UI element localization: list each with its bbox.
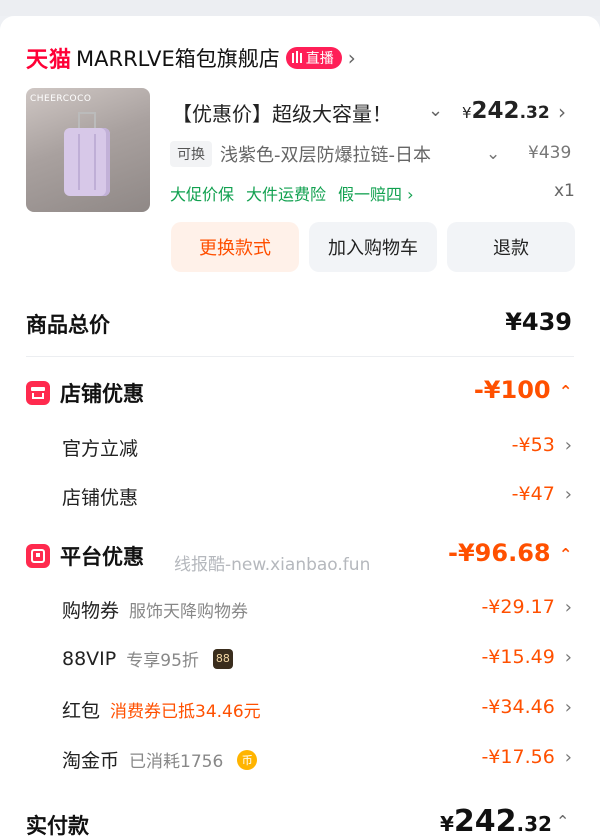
store-discount-value[interactable]: -¥100 ⌄ [474,376,572,404]
discount-value-coins[interactable]: -¥17.56 › [481,746,572,768]
chevron-up-icon: ⌄ [558,380,572,400]
discount-label: 官方立减 [62,438,139,460]
chevron-up-icon: ⌄ [558,543,572,563]
discount-amount: -¥17.56 [481,746,555,768]
service-tag: 大件运费险 [246,185,327,204]
total-label: 商品总价 [26,313,110,337]
price-decimal: .32 [519,103,550,123]
add-to-cart-button[interactable]: 加入购物车 [309,222,437,272]
payment-label: 实付款 [26,814,89,837]
platform-discount-label: 平台优惠 [60,545,144,569]
payment-symbol: ¥ [440,812,454,836]
platform-icon [26,544,50,568]
service-tags[interactable]: 大促价保 大件运费险 假一赔四 › [170,181,414,205]
store-name[interactable]: MARRLVE箱包旗舰店 [76,43,280,73]
discount-amount: -¥47 [511,483,555,505]
chevron-right-icon[interactable]: › [558,100,566,124]
refund-button[interactable]: 退款 [447,222,575,272]
divider [26,356,574,357]
chevron-right-icon: › [564,483,572,505]
live-icon [291,51,302,63]
discount-label: 店铺优惠 [62,487,139,509]
store-icon [26,381,50,405]
discount-row-coupon: 购物券 服饰天降购物券 [62,596,248,623]
discount-amount: -¥29.17 [481,596,555,618]
price-symbol: ¥ [462,104,472,122]
suitcase-illustration [64,112,110,196]
store-header[interactable]: 天猫 MARRLVE箱包旗舰店 直播 › [26,42,356,74]
store-discount-amount: -¥100 [473,376,551,404]
discount-value-88vip[interactable]: -¥15.49 › [481,646,572,668]
store-discount-header[interactable]: 店铺优惠 [26,378,144,408]
discount-row-88vip: 88VIP 专享95折 88 [62,646,233,671]
discount-value-official[interactable]: -¥53 › [512,434,572,456]
service-tag: 大促价保 [170,185,235,204]
88vip-badge-icon: 88 [212,648,233,669]
chevron-down-icon[interactable]: ⌄ [486,144,500,164]
chevron-down-icon[interactable]: ⌄ [428,100,443,121]
watermark: 线报酷-new.xianbao.fun [174,555,371,575]
discount-label: 购物券 [62,600,120,622]
chevron-right-icon: › [564,696,572,718]
order-card: 天猫 MARRLVE箱包旗舰店 直播 › CHEERCOCO 【优惠价】超级大容… [0,16,600,837]
payment-value: ¥242.32 [440,804,552,837]
product-image[interactable]: CHEERCOCO [26,88,150,212]
original-price: ¥439 [528,143,572,163]
store-discount-label: 店铺优惠 [60,382,144,406]
discount-value-redpacket[interactable]: -¥34.46 › [481,696,572,718]
discount-value-store[interactable]: -¥47 › [512,483,572,505]
product-image-brand: CHEERCOCO [30,94,92,104]
discount-amount: -¥53 [511,434,555,456]
chevron-right-icon: › [564,596,572,618]
product-price: ¥242.32 [462,98,550,124]
discount-note: 服饰天降购物券 [129,602,249,622]
discount-label: 淘金币 [62,750,120,772]
status-strip [0,0,600,16]
coin-icon: 币 [237,749,258,770]
quantity: x1 [554,181,575,201]
tmall-logo: 天猫 [26,48,73,73]
chevron-up-icon[interactable]: ⌄ [556,811,569,830]
price-integer: 242 [471,98,520,124]
platform-discount-value[interactable]: -¥96.68 ⌄ [448,539,572,567]
discount-value-coupon[interactable]: -¥29.17 › [481,596,572,618]
discount-amount: -¥34.46 [481,696,555,718]
discount-row-redpacket: 红包 消费券已抵34.46元 [62,696,261,723]
total-value: ¥439 [505,308,572,336]
discount-row-coins: 淘金币 已消耗1756 币 [62,746,258,773]
platform-discount-header[interactable]: 平台优惠 [26,541,144,571]
spec-selector[interactable]: 可换 浅紫色-双层防爆拉链-日本 [170,140,468,168]
platform-discount-amount: -¥96.68 [448,539,551,567]
change-style-button[interactable]: 更换款式 [171,222,299,272]
chevron-right-icon: › [564,746,572,768]
payment-decimal: .32 [516,812,552,836]
exchange-tag: 可换 [170,141,212,167]
discount-label: 88VIP [62,647,117,670]
discount-row-store: 店铺优惠 [62,483,138,510]
discount-note: 消费券已抵34.46元 [110,702,261,722]
service-tag: 假一赔四 › [338,185,414,204]
chevron-right-icon: › [347,46,356,70]
product-title[interactable]: 【优惠价】超级大容量！ [172,98,432,127]
discount-row-official: 官方立减 [62,434,138,461]
chevron-right-icon: › [564,646,572,668]
discount-label: 红包 [62,700,101,722]
discount-note: 已消耗1756 [129,752,224,772]
payment-integer: 242 [453,804,517,837]
discount-note: 专享95折 [126,651,199,671]
live-badge[interactable]: 直播 [285,47,342,69]
live-label: 直播 [305,51,334,67]
discount-amount: -¥15.49 [481,646,555,668]
chevron-right-icon: › [564,434,572,456]
spec-text: 浅紫色-双层防爆拉链-日本 [220,145,431,166]
